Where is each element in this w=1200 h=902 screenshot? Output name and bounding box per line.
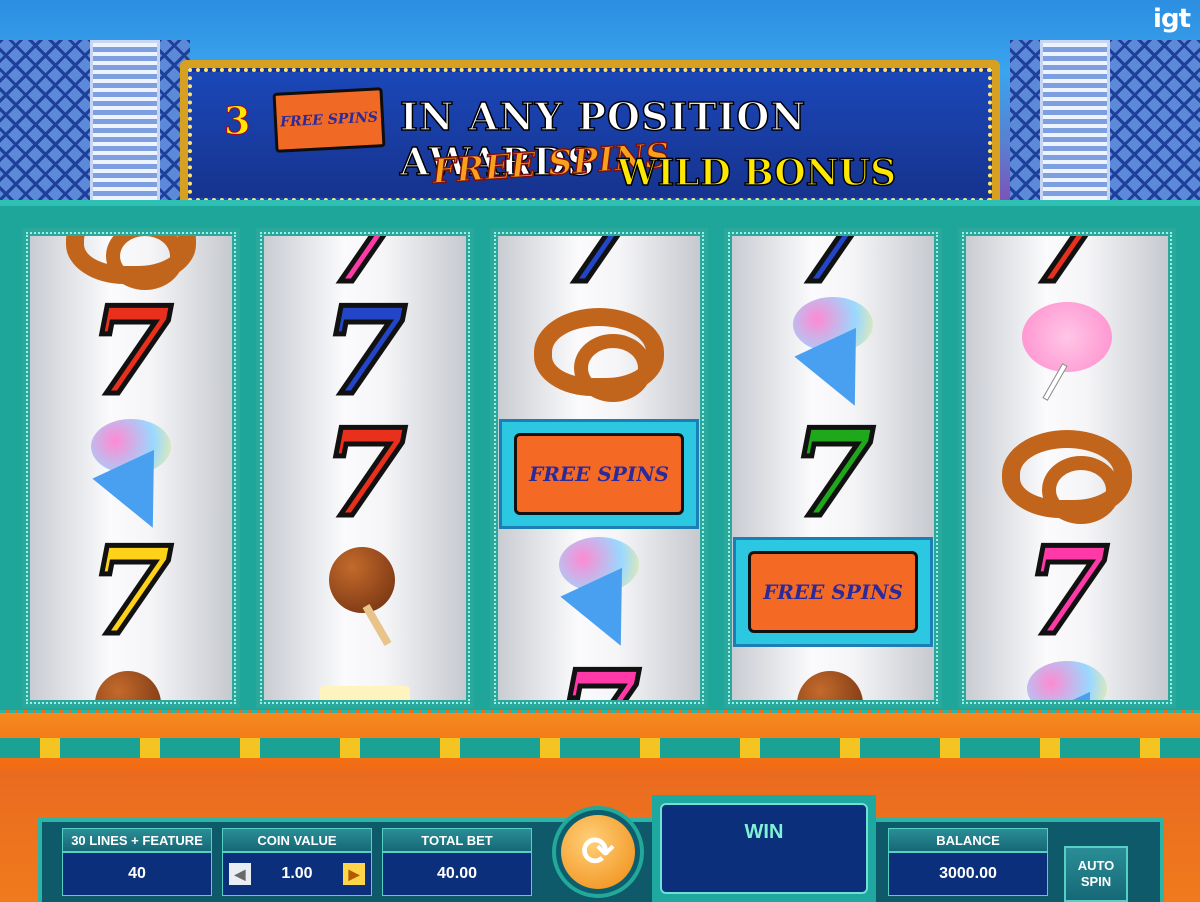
symbol-red-seven: 7 (30, 281, 232, 422)
free-spins-ticket-icon: FREE SPINS (733, 537, 933, 647)
symbol-caramel-apple (30, 656, 232, 700)
symbol-green-seven: 7 (732, 403, 934, 544)
win-display: WIN (652, 795, 876, 902)
free-spins-ticket-icon: FREE SPINS (499, 419, 699, 529)
blue-seven-glyph: 7 (789, 228, 877, 310)
roller-coaster-right (1010, 40, 1200, 210)
balance-label: BALANCE (888, 828, 1048, 852)
snow-cone-icon (554, 537, 652, 661)
magenta-seven-glyph: 7 (1023, 521, 1111, 662)
banner-count: 3 (223, 98, 251, 144)
coaster-stairs (1040, 40, 1110, 210)
symbol-red-seven: 7 (966, 228, 1168, 310)
symbol-caramel-apple (732, 656, 934, 700)
symbol-magenta-seven: 7 (498, 653, 700, 700)
ticket-label: FREE SPINS (279, 109, 379, 131)
reel-3: 7 FREE SPINS 7 (490, 228, 708, 708)
pretzel-icon (66, 236, 196, 290)
total-bet-value: 40.00 (382, 852, 532, 896)
ticket-text: FREE SPINS (763, 580, 903, 604)
pretzel-icon (534, 308, 664, 402)
symbol-snow-cone (498, 532, 700, 661)
feature-banner: 3 FREE SPINS IN ANY POSITION AWARDS FREE… (180, 60, 1000, 210)
ticket-text: FREE SPINS (529, 462, 669, 486)
symbol-cotton-candy (966, 292, 1168, 412)
increase-coin-icon[interactable]: ▶ (343, 863, 365, 885)
cotton-candy-icon (1022, 302, 1112, 402)
brand-logo: igt (1153, 4, 1191, 34)
spin-button[interactable]: ⟳ (552, 806, 644, 898)
green-seven-glyph: 7 (789, 403, 877, 544)
symbol-snow-cone (732, 292, 934, 421)
caramel-apple-icon (325, 537, 405, 647)
caramel-apple-icon (91, 661, 171, 700)
symbol-caramel-apple (264, 532, 466, 652)
symbol-blue-seven: 7 (498, 228, 700, 310)
symbol-red-seven: 7 (264, 403, 466, 544)
snow-cone-icon (1022, 661, 1120, 700)
ticket-icon: FREE SPINS (272, 87, 386, 153)
coin-value-box: ◀ 1.00 ▶ (222, 852, 372, 896)
roller-coaster-left (0, 40, 190, 210)
blue-seven-glyph: 7 (321, 281, 409, 422)
coin-value-label: COIN VALUE (222, 828, 372, 852)
win-label: WIN (660, 803, 868, 894)
caramel-apple-icon (793, 661, 873, 700)
lines-control: 30 LINES + FEATURE 40 (62, 828, 212, 902)
reel-5: 77 (958, 228, 1176, 708)
lines-label: 30 LINES + FEATURE (62, 828, 212, 852)
coaster-stairs (90, 40, 160, 210)
wild-bonus-text: WILD BONUS (616, 151, 897, 195)
popcorn-icon (320, 686, 410, 700)
decor-band (0, 738, 1200, 758)
blue-seven-glyph: 7 (555, 228, 643, 310)
reel-2: 777 (256, 228, 474, 708)
symbol-magenta-seven: 7 (966, 521, 1168, 662)
total-bet-control: TOTAL BET 40.00 (382, 828, 532, 902)
symbol-free-spins-ticket: FREE SPINS (732, 532, 934, 652)
slot-game: igt 3 FREE SPINS IN ANY POSITION AWARDS … (0, 0, 1200, 902)
balance-control: BALANCE 3000.00 (888, 828, 1048, 902)
symbol-snow-cone (966, 656, 1168, 700)
snow-cone-icon (788, 297, 886, 421)
lines-value: 40 (62, 852, 212, 896)
red-seven-glyph: 7 (87, 281, 175, 422)
auto-spin-button[interactable]: AUTO SPIN (1064, 846, 1128, 902)
symbol-pretzel (498, 292, 700, 412)
coin-value: 1.00 (281, 865, 313, 882)
spin-refresh-icon: ⟳ (561, 815, 635, 889)
red-seven-glyph: 7 (321, 403, 409, 544)
pretzel-icon (1002, 430, 1132, 524)
symbol-snow-cone (30, 414, 232, 543)
decrease-coin-icon[interactable]: ◀ (229, 863, 251, 885)
reel-1: 77 (22, 228, 240, 708)
yellow-seven-glyph: 7 (87, 521, 175, 662)
symbol-pretzel (966, 414, 1168, 534)
red-seven-glyph: 7 (1023, 228, 1111, 310)
reel-4: 7 7 FREE SPINS (724, 228, 942, 708)
symbol-popcorn (264, 656, 466, 700)
coin-value-control: COIN VALUE ◀ 1.00 ▶ (222, 828, 372, 902)
symbol-free-spins-ticket: FREE SPINS (498, 414, 700, 534)
symbol-blue-seven: 7 (264, 281, 466, 422)
symbol-yellow-seven: 7 (30, 521, 232, 662)
total-bet-label: TOTAL BET (382, 828, 532, 852)
banner-board: 3 FREE SPINS IN ANY POSITION AWARDS FREE… (188, 68, 992, 202)
snow-cone-icon (86, 419, 184, 543)
magenta-seven-glyph: 7 (555, 653, 643, 700)
reel-area: 77 777 7FREE SPINS7 77FREE SPINS 77 (0, 200, 1200, 740)
symbol-blue-seven: 7 (732, 228, 934, 310)
balance-value: 3000.00 (888, 852, 1048, 896)
